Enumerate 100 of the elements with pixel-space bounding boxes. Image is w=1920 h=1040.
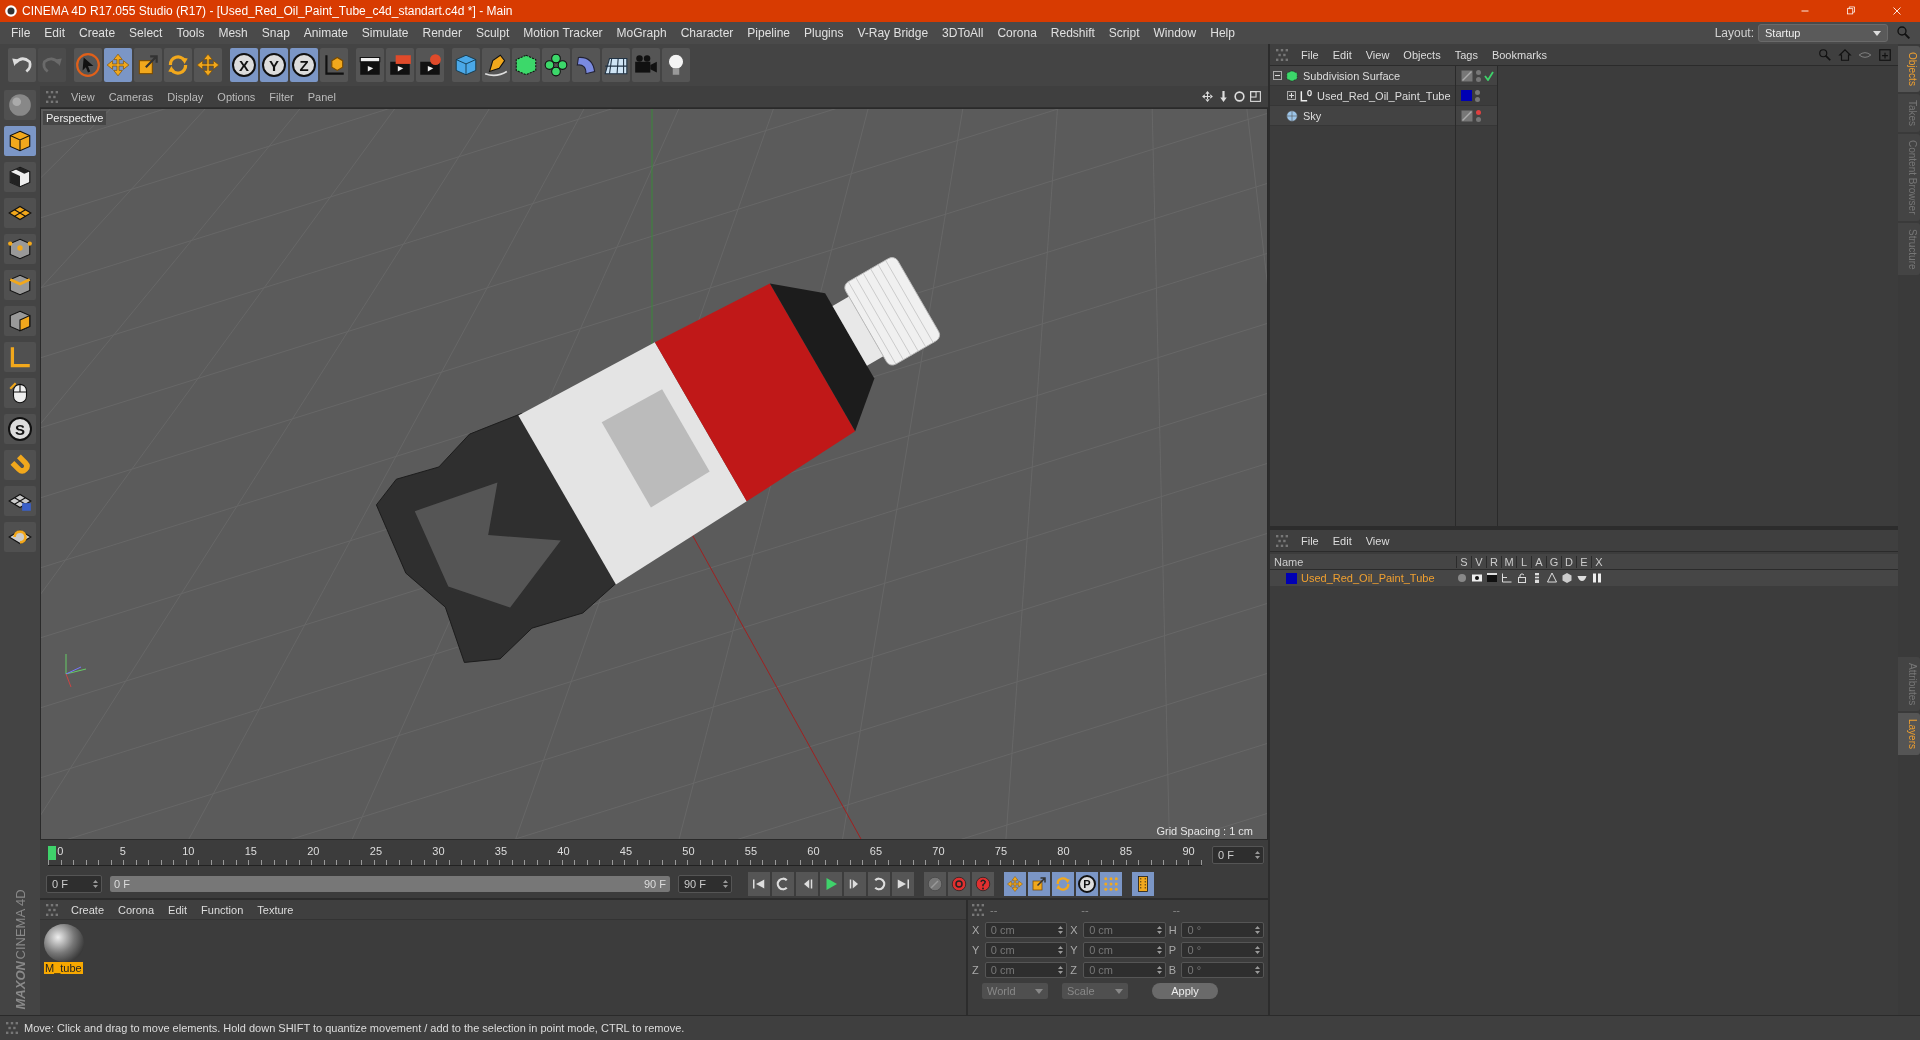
menu-item[interactable]: Filter — [262, 90, 301, 103]
object-row[interactable]: Subdivision Surface — [1270, 66, 1455, 86]
toolbar-button[interactable]: Z — [290, 48, 318, 82]
object-row[interactable]: Sky — [1270, 106, 1455, 126]
tool-button[interactable] — [4, 234, 36, 264]
padlock-icon[interactable] — [1516, 572, 1528, 584]
menu-item[interactable]: Edit — [1325, 48, 1359, 61]
toolbar-button[interactable] — [134, 48, 162, 82]
toolbar-button[interactable] — [542, 48, 570, 82]
menu-item[interactable]: Help — [1203, 26, 1242, 40]
menu-item[interactable]: Cameras — [101, 90, 161, 103]
menu-item[interactable]: Pipeline — [740, 26, 798, 40]
menu-item[interactable]: Display — [160, 90, 211, 103]
menu-item[interactable]: Objects — [1396, 48, 1448, 61]
menu-item[interactable]: Animate — [296, 26, 355, 40]
shaded-cube-icon[interactable] — [1561, 572, 1573, 584]
maximize-icon[interactable] — [1249, 90, 1262, 103]
material-preview[interactable] — [44, 924, 84, 962]
menu-item[interactable]: View — [1358, 48, 1397, 61]
menu-item[interactable]: File — [4, 26, 38, 40]
eye-icon[interactable] — [1471, 572, 1483, 584]
menu-item[interactable]: Edit — [161, 903, 195, 916]
menu-item[interactable]: Render — [415, 26, 469, 40]
menu-item[interactable]: Plugins — [797, 26, 851, 40]
playback-button[interactable] — [892, 872, 914, 896]
playback-button[interactable] — [844, 872, 866, 896]
menu-item[interactable]: Edit — [1325, 534, 1359, 547]
tool-button[interactable] — [4, 162, 36, 192]
tool-button[interactable] — [4, 522, 36, 552]
menu-item[interactable]: Redshift — [1043, 26, 1102, 40]
menu-item[interactable]: Motion Tracker — [516, 26, 610, 40]
tool-button[interactable] — [4, 306, 36, 336]
playback-button[interactable] — [972, 872, 994, 896]
toolbar-button[interactable] — [602, 48, 630, 82]
menu-item[interactable]: File — [1294, 48, 1326, 61]
playback-button[interactable] — [868, 872, 890, 896]
current-frame-field[interactable]: 0 F — [1212, 846, 1264, 864]
toolbar-button[interactable] — [482, 48, 510, 82]
toolbar-button[interactable]: Y — [260, 48, 288, 82]
pillars-icon[interactable] — [1591, 572, 1603, 584]
playback-button[interactable] — [772, 872, 794, 896]
menu-item[interactable]: Panel — [300, 90, 343, 103]
playback-button[interactable] — [948, 872, 970, 896]
tool-button[interactable] — [4, 198, 36, 228]
tool-button[interactable] — [4, 486, 36, 516]
menu-item[interactable]: Tools — [169, 26, 212, 40]
solo-dot-icon[interactable] — [1456, 572, 1468, 584]
move-arrows-icon[interactable] — [1201, 90, 1214, 103]
toolbar-button[interactable] — [320, 48, 348, 82]
checkmark-icon[interactable] — [1484, 70, 1494, 81]
3d-viewport[interactable]: Perspective Grid Spacing : 1 cm — [40, 108, 1268, 840]
toolbar-button[interactable] — [356, 48, 384, 82]
tool-button[interactable] — [4, 126, 36, 156]
menu-item[interactable]: File — [1294, 534, 1326, 547]
menu-item[interactable]: Bookmarks — [1484, 48, 1554, 61]
hierarchy-icon[interactable] — [1501, 572, 1513, 584]
menu-item[interactable]: View — [1358, 534, 1397, 547]
menu-item[interactable]: MoGraph — [609, 26, 674, 40]
menu-item[interactable]: Character — [673, 26, 741, 40]
playback-button[interactable] — [1132, 872, 1154, 896]
menu-item[interactable]: Window — [1146, 26, 1204, 40]
apply-button[interactable]: Apply — [1152, 983, 1218, 999]
menu-item[interactable]: Texture — [250, 903, 301, 916]
layer-color-swatch[interactable] — [1461, 90, 1472, 101]
end-frame-field[interactable]: 90 F — [678, 875, 732, 893]
menu-item[interactable]: 3DToAll — [935, 26, 991, 40]
rotate-icon[interactable] — [1233, 90, 1246, 103]
toolbar-button[interactable] — [512, 48, 540, 82]
collapse-icon[interactable] — [1273, 71, 1282, 80]
side-tab[interactable]: Objects — [1898, 46, 1920, 92]
side-tab[interactable]: Layers — [1898, 713, 1920, 756]
menu-item[interactable]: Options — [210, 90, 263, 103]
tool-button[interactable] — [4, 270, 36, 300]
menu-item[interactable]: Simulate — [354, 26, 416, 40]
menu-item[interactable]: Create — [72, 26, 123, 40]
playback-button[interactable] — [748, 872, 770, 896]
timeline-ruler[interactable]: 0 5 10 15 20 25 30 35 40 45 50 55 60 65 70 75 80 85 90 — [48, 844, 1202, 866]
toolbar-button[interactable] — [662, 48, 690, 82]
menu-item[interactable]: Corona — [990, 26, 1044, 40]
menu-item[interactable]: Mesh — [211, 26, 255, 40]
material-name[interactable]: M_tube — [44, 962, 83, 974]
tool-button[interactable] — [4, 378, 36, 408]
visibility-dots[interactable] — [1476, 69, 1481, 82]
playhead-marker[interactable] — [48, 846, 56, 860]
layout-dropdown[interactable]: Startup — [1758, 24, 1888, 42]
playback-button[interactable] — [820, 872, 842, 896]
playback-button[interactable] — [796, 872, 818, 896]
menu-item[interactable]: Sculpt — [468, 26, 517, 40]
pyramid-icon[interactable] — [1546, 572, 1558, 584]
menu-item[interactable]: Script — [1101, 26, 1147, 40]
menu-item[interactable]: Select — [122, 26, 170, 40]
menu-item[interactable]: V-Ray Bridge — [850, 26, 936, 40]
menu-item[interactable]: Function — [194, 903, 251, 916]
visibility-dots[interactable] — [1475, 89, 1480, 102]
playback-button[interactable] — [1028, 872, 1050, 896]
visibility-dots[interactable] — [1476, 109, 1481, 122]
expand-icon[interactable] — [1287, 91, 1296, 100]
toolbar-button[interactable]: X — [230, 48, 258, 82]
menu-item[interactable]: Edit — [37, 26, 73, 40]
menu-item[interactable]: Corona — [111, 903, 162, 916]
